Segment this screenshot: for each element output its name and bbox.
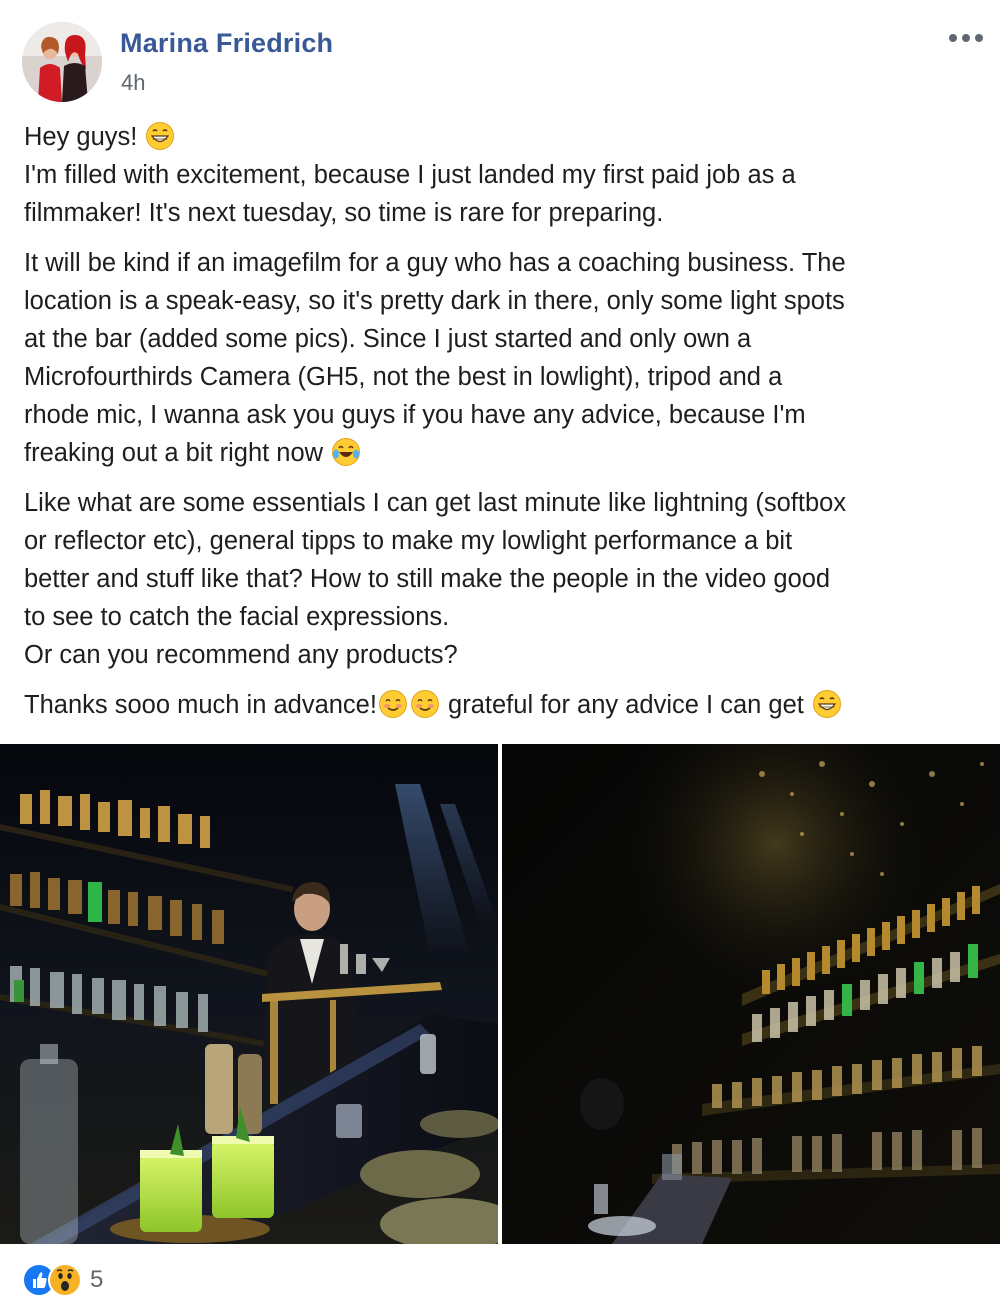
photo-grid	[0, 744, 1008, 1244]
post-text-line: rhode mic, I wanna ask you guys if you h…	[24, 396, 984, 434]
post-paragraph: Hey guys! I'm filled with excitement, be…	[24, 118, 984, 232]
wow-icon	[48, 1263, 82, 1297]
post-text-line: It will be kind if an imagefilm for a gu…	[24, 244, 984, 282]
grinning-face-emoji	[811, 690, 843, 719]
post-text-line: or reflector etc), general tipps to make…	[24, 522, 984, 560]
post-text-segment: Or can you recommend any products?	[24, 641, 458, 669]
post-text-segment: filmmaker! It's next tuesday, so time is…	[24, 199, 664, 227]
avatar-image	[22, 22, 102, 102]
facebook-post: Marina Friedrich 4h Hey guys! I'm filled…	[0, 0, 1008, 1298]
post-text-line: freaking out a bit right now	[24, 434, 984, 472]
post-text-line: Thanks sooo much in advance! grateful fo…	[24, 686, 984, 724]
post-text-line: filmmaker! It's next tuesday, so time is…	[24, 194, 984, 232]
post-text-segment: better and stuff like that? How to still…	[24, 565, 831, 593]
smiling-face-emoji	[377, 690, 409, 719]
post-text-segment: Thanks sooo much in advance!	[24, 691, 377, 719]
post-text-line: at the bar (added some pics). Since I ju…	[24, 320, 984, 358]
bar-photo-image	[0, 744, 498, 1244]
post-text-line: Hey guys!	[24, 118, 984, 156]
post-text-segment: to see to catch the facial expressions.	[24, 603, 450, 631]
tears-of-joy-emoji	[330, 438, 362, 467]
post-text-line: Or can you recommend any products?	[24, 636, 984, 674]
reaction-count: 5	[90, 1266, 104, 1293]
post-text-segment: Hey guys!	[24, 123, 145, 151]
post-text-line: Microfourthirds Camera (GH5, not the bes…	[24, 358, 984, 396]
post-text-line: location is a speak-easy, so it's pretty…	[24, 282, 984, 320]
post-text-line: I'm filled with excitement, because I ju…	[24, 156, 984, 194]
grinning-face-emoji	[144, 122, 176, 151]
post-text-line: Like what are some essentials I can get …	[24, 484, 984, 522]
post-text-segment: freaking out a bit right now	[24, 439, 331, 467]
author-name[interactable]: Marina Friedrich	[120, 28, 333, 59]
post-text-segment: or reflector etc), general tipps to make…	[24, 527, 793, 555]
post-paragraph: Like what are some essentials I can get …	[24, 484, 984, 674]
post-text-segment: grateful for any advice I can get	[440, 691, 811, 719]
post-body: Hey guys! I'm filled with excitement, be…	[24, 118, 984, 736]
post-timestamp[interactable]: 4h	[121, 70, 145, 96]
post-paragraph: Thanks sooo much in advance! grateful fo…	[24, 686, 984, 724]
post-text-segment: Microfourthirds Camera (GH5, not the bes…	[24, 363, 783, 391]
post-text-segment: location is a speak-easy, so it's pretty…	[24, 287, 845, 315]
post-text-segment: I'm filled with excitement, because I ju…	[24, 161, 796, 189]
post-text-segment: It will be kind if an imagefilm for a gu…	[24, 249, 846, 277]
smiling-face-emoji	[409, 690, 441, 719]
post-text-segment: Like what are some essentials I can get …	[24, 489, 847, 517]
avatar[interactable]	[22, 22, 102, 102]
post-text-line: to see to catch the facial expressions.	[24, 598, 984, 636]
reactions-summary[interactable]: 5	[22, 1262, 103, 1298]
post-text-segment: rhode mic, I wanna ask you guys if you h…	[24, 401, 806, 429]
more-options-icon	[949, 34, 983, 42]
post-text-line: better and stuff like that? How to still…	[24, 560, 984, 598]
post-text-segment: at the bar (added some pics). Since I ju…	[24, 325, 752, 353]
bar-photo-dark-shelves[interactable]	[502, 744, 1000, 1244]
bar-photo-bartender-cocktails[interactable]	[0, 744, 498, 1244]
bar-photo-image	[502, 744, 1000, 1244]
post-paragraph: It will be kind if an imagefilm for a gu…	[24, 244, 984, 472]
more-options-button[interactable]	[944, 26, 988, 50]
